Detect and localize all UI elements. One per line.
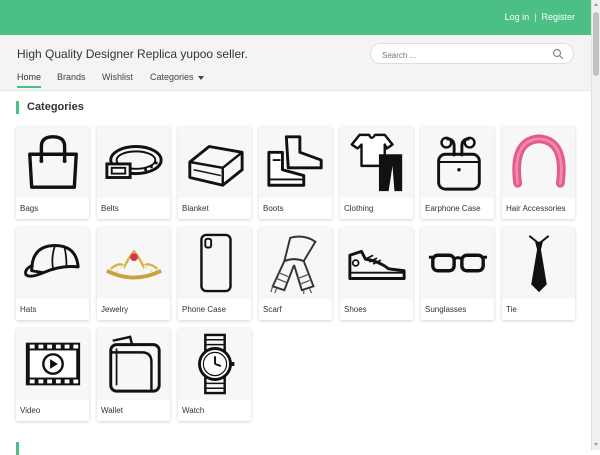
- belt-icon: [104, 145, 163, 179]
- category-image: [16, 328, 89, 400]
- category-card-sunglasses[interactable]: Sunglasses: [421, 227, 494, 320]
- category-card-watch[interactable]: Watch: [178, 328, 251, 421]
- auth-links: Log in | Register: [505, 12, 575, 22]
- category-image: [502, 126, 575, 198]
- search-icon[interactable]: [552, 48, 564, 60]
- wallet-icon: [108, 335, 161, 393]
- next-section-title: [16, 442, 27, 455]
- category-image: [259, 227, 332, 299]
- category-label: Earphone Case: [425, 204, 481, 213]
- category-label: Phone Case: [182, 305, 227, 314]
- category-image: [340, 126, 413, 198]
- category-image: [97, 227, 170, 299]
- category-card-belts[interactable]: Belts: [97, 126, 170, 219]
- category-image: [16, 126, 89, 198]
- category-image: [178, 126, 251, 198]
- category-label: Jewelry: [101, 305, 129, 314]
- category-label: Shoes: [344, 305, 367, 314]
- category-card-hair-accessories[interactable]: Hair Accessories: [502, 126, 575, 219]
- section-title: Categories: [16, 101, 84, 114]
- search-input[interactable]: [380, 47, 544, 63]
- scarf-icon: [269, 235, 317, 294]
- category-card-clothing[interactable]: Clothing: [340, 126, 413, 219]
- category-label: Belts: [101, 204, 119, 213]
- tie-icon: [528, 235, 549, 293]
- category-card-hats[interactable]: Hats: [16, 227, 89, 320]
- category-label: Blanket: [182, 204, 209, 213]
- category-image: [178, 227, 251, 299]
- sunglasses-icon: [428, 253, 487, 273]
- category-card-boots[interactable]: Boots: [259, 126, 332, 219]
- blanket-icon: [187, 145, 244, 187]
- category-label: Wallet: [101, 406, 123, 415]
- category-label: Video: [20, 406, 41, 415]
- category-card-video[interactable]: Video: [16, 328, 89, 421]
- category-label: Tie: [506, 305, 517, 314]
- nav-brands[interactable]: Brands: [57, 72, 86, 82]
- category-image: [421, 227, 494, 299]
- category-card-jewelry[interactable]: Jewelry: [97, 227, 170, 320]
- cap-icon: [23, 243, 80, 278]
- category-label: Hats: [20, 305, 37, 314]
- category-card-scarf[interactable]: Scarf: [259, 227, 332, 320]
- page-scrollbar[interactable]: [591, 0, 600, 450]
- scroll-up-icon[interactable]: [594, 3, 598, 6]
- category-card-wallet[interactable]: Wallet: [97, 328, 170, 421]
- tiara-icon: [105, 249, 162, 280]
- site-title[interactable]: High Quality Designer Replica yupoo sell…: [17, 47, 248, 61]
- nav-categories-label: Categories: [150, 72, 194, 82]
- category-card-blanket[interactable]: Blanket: [178, 126, 251, 219]
- search-box: [370, 43, 574, 64]
- category-label: Bags: [20, 204, 39, 213]
- category-label: Scarf: [263, 305, 282, 314]
- category-image: [340, 227, 413, 299]
- category-label: Hair Accessories: [506, 204, 566, 213]
- category-card-shoes[interactable]: Shoes: [340, 227, 413, 320]
- category-image: [259, 126, 332, 198]
- category-label: Watch: [182, 406, 205, 415]
- earphone-case-icon: [436, 136, 481, 191]
- headband-icon: [511, 134, 566, 188]
- phone-case-icon: [199, 233, 232, 293]
- category-card-earphone-case[interactable]: Earphone Case: [421, 126, 494, 219]
- site-header: High Quality Designer Replica yupoo sell…: [0, 35, 591, 91]
- boots-icon: [266, 135, 323, 187]
- category-label: Boots: [263, 204, 284, 213]
- scroll-down-icon[interactable]: [594, 443, 598, 446]
- category-card-tie[interactable]: Tie: [502, 227, 575, 320]
- category-image: [97, 328, 170, 400]
- top-bar: Log in | Register: [0, 0, 591, 35]
- clothing-icon: [350, 133, 402, 192]
- category-card-phone-case[interactable]: Phone Case: [178, 227, 251, 320]
- nav-active-underline: [17, 86, 41, 88]
- login-link[interactable]: Log in: [505, 12, 530, 22]
- category-image: [178, 328, 251, 400]
- video-icon: [25, 342, 80, 386]
- category-image: [421, 126, 494, 198]
- nav-categories[interactable]: Categories: [150, 72, 204, 82]
- scroll-thumb[interactable]: [593, 12, 599, 76]
- category-label: Clothing: [344, 204, 374, 213]
- category-label: Sunglasses: [425, 305, 467, 314]
- auth-separator: |: [534, 12, 537, 22]
- category-image: [16, 227, 89, 299]
- watch-icon: [197, 333, 234, 395]
- register-link[interactable]: Register: [541, 12, 575, 22]
- bag-icon: [27, 135, 78, 189]
- category-image: [502, 227, 575, 299]
- category-image: [97, 126, 170, 198]
- category-card-bags[interactable]: Bags: [16, 126, 89, 219]
- sneaker-icon: [347, 249, 406, 280]
- nav-wishlist[interactable]: Wishlist: [102, 72, 133, 82]
- caret-down-icon: [197, 75, 204, 80]
- nav-home[interactable]: Home: [17, 72, 41, 82]
